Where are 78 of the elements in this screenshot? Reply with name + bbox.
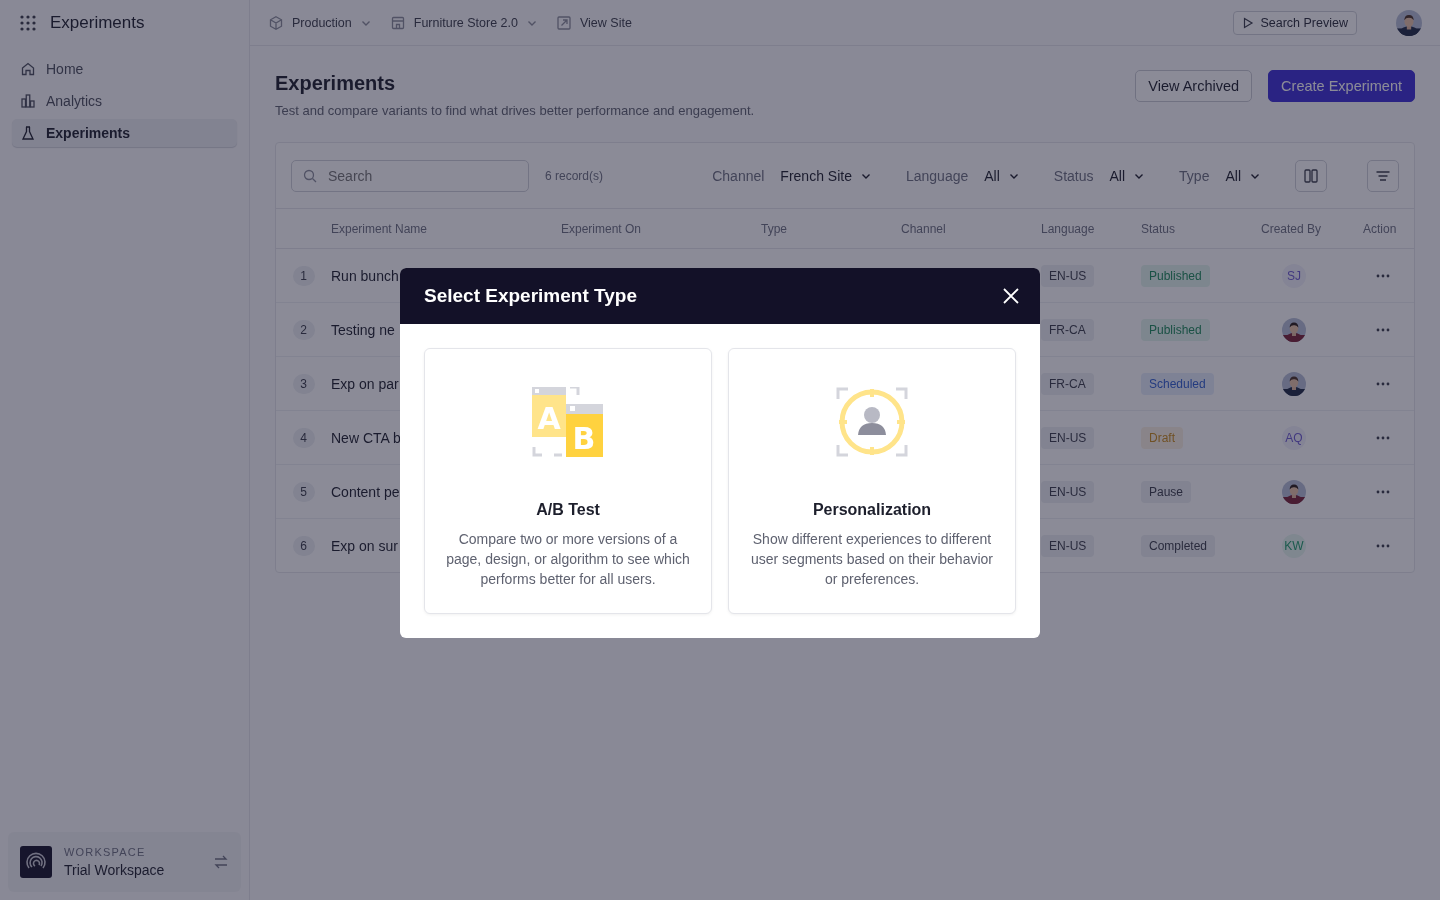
table-cell: Exp on par: [331, 375, 399, 392]
status-tag: Draft: [1141, 426, 1183, 449]
filter-dropdown[interactable]: All: [984, 167, 1020, 184]
app-title: Experiments: [50, 12, 145, 33]
columns-button[interactable]: [1295, 159, 1327, 192]
experiment-type-card[interactable]: Personalization Show different experiences to different user segments based on their behavior or preferences.: [728, 348, 1016, 614]
workspace-caption: WORKSPACE: [64, 846, 147, 858]
filter-label: Language: [905, 167, 969, 184]
sort-button[interactable]: [1367, 159, 1399, 192]
filter-label: Channel: [712, 167, 765, 184]
columns-icon: [1303, 167, 1319, 184]
column-header: Experiment On: [561, 221, 643, 236]
create-button[interactable]: Create Experiment: [1268, 70, 1415, 102]
language-tag: EN-US: [1041, 480, 1095, 503]
topbar-item[interactable]: Furniture Store 2.0: [389, 14, 538, 31]
workspace-switcher[interactable]: WORKSPACE Trial Workspace: [8, 832, 241, 892]
language-tag: EN-US: [1041, 534, 1095, 557]
page-title: Experiments: [275, 72, 397, 95]
column-header: Status: [1141, 221, 1177, 236]
row-number: 4: [292, 427, 315, 448]
page-subtitle: Test and compare variants to find what drives better performance and engagement.: [275, 103, 756, 118]
close-icon: [1002, 287, 1020, 305]
column-header: Channel: [901, 221, 947, 236]
sidebar-item[interactable]: Experiments: [12, 119, 237, 147]
table-cell: Content pe: [331, 483, 400, 500]
apps-grid-icon[interactable]: [20, 14, 36, 31]
row-number: 2: [292, 319, 315, 340]
flask-icon: [20, 125, 36, 141]
topbar-item[interactable]: View Site: [556, 14, 632, 31]
table-cell: Exp on sur: [331, 537, 398, 554]
home-icon: [20, 61, 36, 77]
language-tag: EN-US: [1041, 426, 1095, 449]
row-number: 5: [292, 481, 315, 502]
filter-dropdown[interactable]: All: [1109, 167, 1146, 184]
table-cell: New CTA b: [331, 429, 401, 446]
filter-dropdown[interactable]: French Site: [780, 167, 872, 184]
status-tag: Published: [1141, 318, 1210, 341]
column-header: Type: [761, 221, 788, 236]
experiment-type-card[interactable]: A B A/B Test Compare two or more versions of a page, design, or algorithm to see which performs better for all users.: [424, 348, 712, 614]
target-user-icon: [836, 387, 908, 457]
cube-icon: [268, 14, 284, 31]
column-header: Language: [1041, 221, 1096, 236]
play-icon: [1242, 16, 1255, 29]
workspace-name: Trial Workspace: [64, 862, 166, 878]
filter-dropdown[interactable]: All: [1225, 167, 1261, 184]
swap-icon[interactable]: [213, 854, 229, 870]
table-cell: Run bunch: [331, 267, 399, 284]
filter-label: Status: [1053, 167, 1094, 184]
status-tag: Published: [1141, 264, 1210, 287]
user-initials: KW: [1282, 533, 1306, 558]
language-tag: FR-CA: [1041, 372, 1094, 395]
row-number: 1: [292, 265, 315, 286]
store-icon: [389, 14, 406, 31]
status-tag: Pause: [1141, 480, 1192, 503]
search-field[interactable]: Search: [291, 159, 529, 192]
language-tag: EN-US: [1041, 264, 1095, 287]
status-tag: Scheduled: [1141, 372, 1214, 395]
filter-label: Type: [1179, 167, 1210, 184]
workspace-logo-icon: [20, 846, 52, 878]
column-header: Experiment Name: [331, 221, 429, 236]
record-count: 6 record(s): [545, 168, 604, 183]
row-number: 3: [292, 373, 315, 394]
sidebar-item[interactable]: Analytics: [12, 87, 237, 115]
column-header: Created By: [1261, 221, 1323, 236]
column-header: Action: [1363, 221, 1398, 236]
search-preview-button[interactable]: Search Preview: [1233, 10, 1357, 35]
sidebar-item[interactable]: Home: [12, 55, 237, 83]
user-initials: SJ: [1282, 263, 1306, 288]
row-number: 6: [292, 535, 315, 556]
external-link-icon: [556, 14, 572, 31]
modal-title: Select Experiment Type: [424, 285, 638, 307]
archive-button[interactable]: View Archived: [1135, 70, 1253, 102]
language-tag: FR-CA: [1041, 318, 1094, 341]
status-tag: Completed: [1141, 534, 1216, 557]
table-cell: Testing ne: [331, 321, 395, 338]
user-initials: AQ: [1282, 425, 1306, 450]
topbar-item[interactable]: Production: [268, 14, 372, 31]
bar-chart-icon: [20, 93, 36, 109]
